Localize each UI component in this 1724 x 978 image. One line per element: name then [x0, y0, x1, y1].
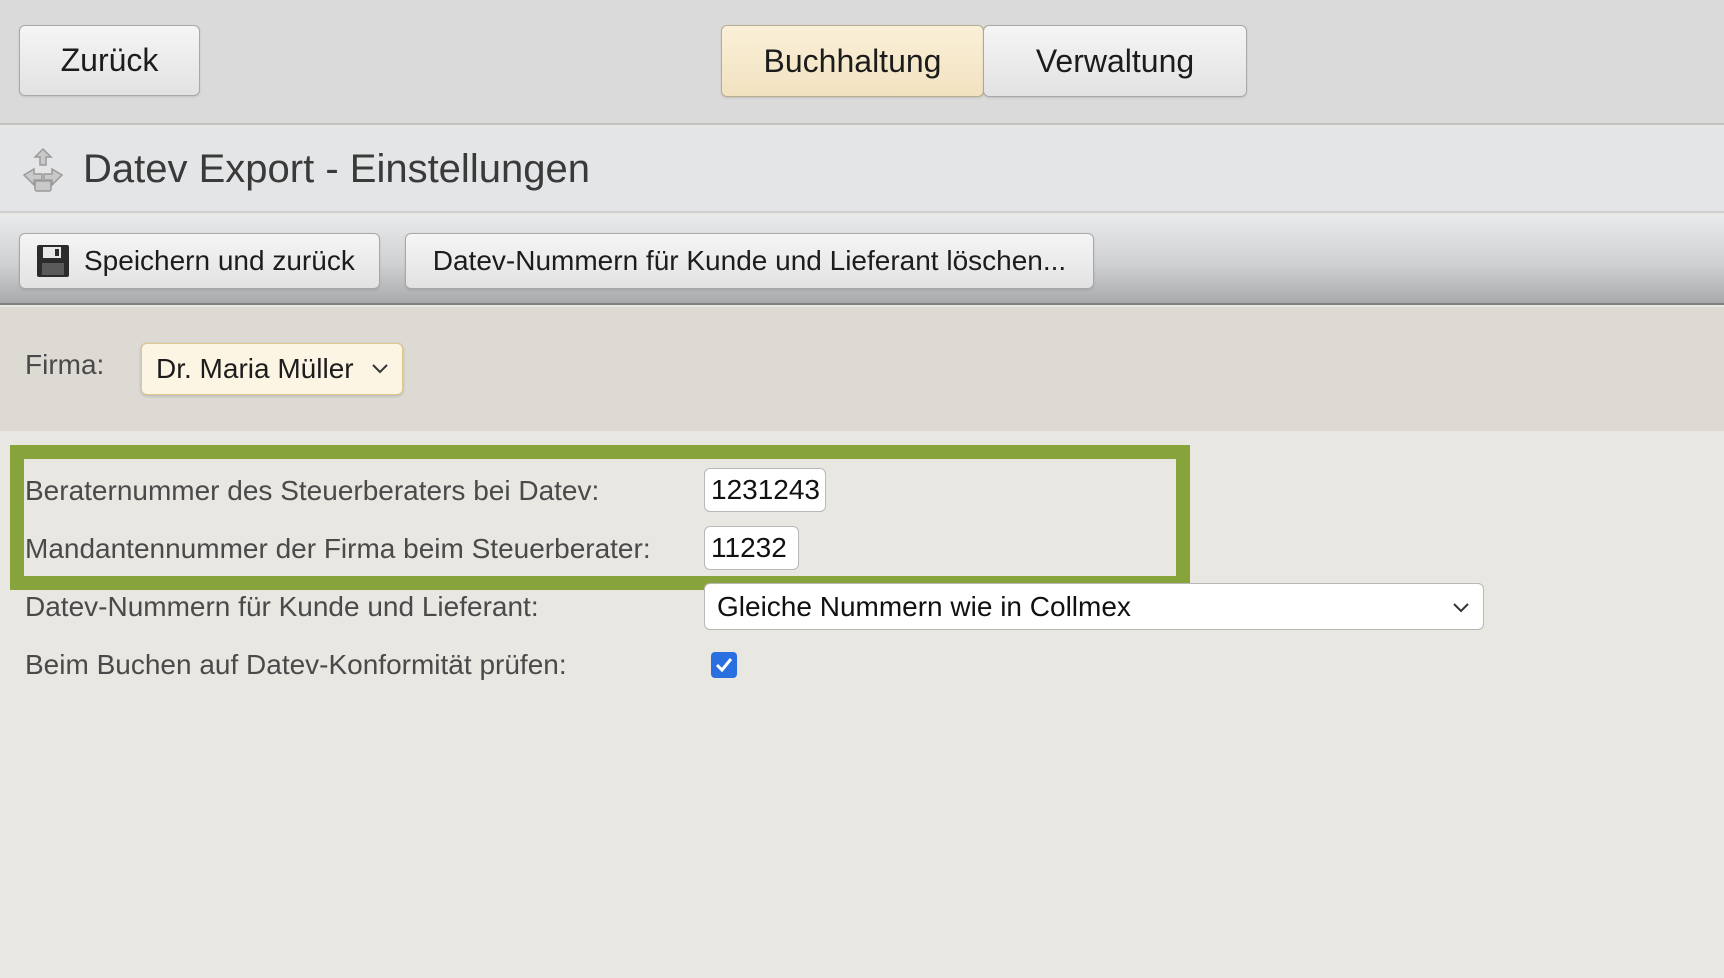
firma-selected-value: Dr. Maria Müller — [156, 353, 354, 384]
action-toolbar: Speichern und zurück Datev-Nummern für K… — [0, 215, 1724, 305]
mandant-label: Mandantennummer der Firma beim Steuerber… — [25, 533, 651, 564]
datev-numbers-select[interactable]: Gleiche Nummern wie in Collmex — [704, 583, 1484, 630]
delete-datev-numbers-button[interactable]: Datev-Nummern für Kunde und Lieferant lö… — [405, 233, 1094, 289]
firma-select[interactable]: Dr. Maria Müller — [141, 343, 403, 395]
chevron-down-icon — [372, 364, 388, 374]
datev-numbers-selected-value: Gleiche Nummern wie in Collmex — [717, 590, 1131, 622]
title-bar: Datev Export - Einstellungen — [0, 127, 1724, 213]
mandant-number-input[interactable]: 11232 — [704, 526, 799, 570]
tab-buchhaltung[interactable]: Buchhaltung — [721, 25, 984, 97]
settings-puzzle-icon — [22, 147, 64, 192]
nummern-label: Datev-Nummern für Kunde und Lieferant: — [25, 591, 539, 622]
pruefen-label: Beim Buchen auf Datev-Konformität prüfen… — [25, 649, 567, 680]
save-button-label: Speichern und zurück — [84, 245, 355, 276]
top-navigation-bar: Zurück Buchhaltung Verwaltung — [0, 0, 1724, 125]
save-and-back-button[interactable]: Speichern und zurück — [19, 233, 380, 289]
back-button[interactable]: Zurück — [19, 25, 200, 96]
tab-verwaltung[interactable]: Verwaltung — [983, 25, 1247, 97]
datev-conformity-checkbox[interactable] — [711, 652, 737, 678]
checkmark-icon — [715, 658, 733, 673]
chevron-down-icon — [1453, 603, 1469, 613]
company-panel: Firma: Dr. Maria Müller — [0, 307, 1724, 431]
firma-label: Firma: — [25, 349, 105, 380]
berater-label: Beraternummer des Steuerberaters bei Dat… — [25, 475, 600, 506]
floppy-disk-icon — [37, 245, 69, 277]
highlight-frame — [10, 445, 1190, 590]
page-title: Datev Export - Einstellungen — [83, 147, 590, 191]
berater-number-input[interactable]: 1231243 — [704, 468, 826, 512]
